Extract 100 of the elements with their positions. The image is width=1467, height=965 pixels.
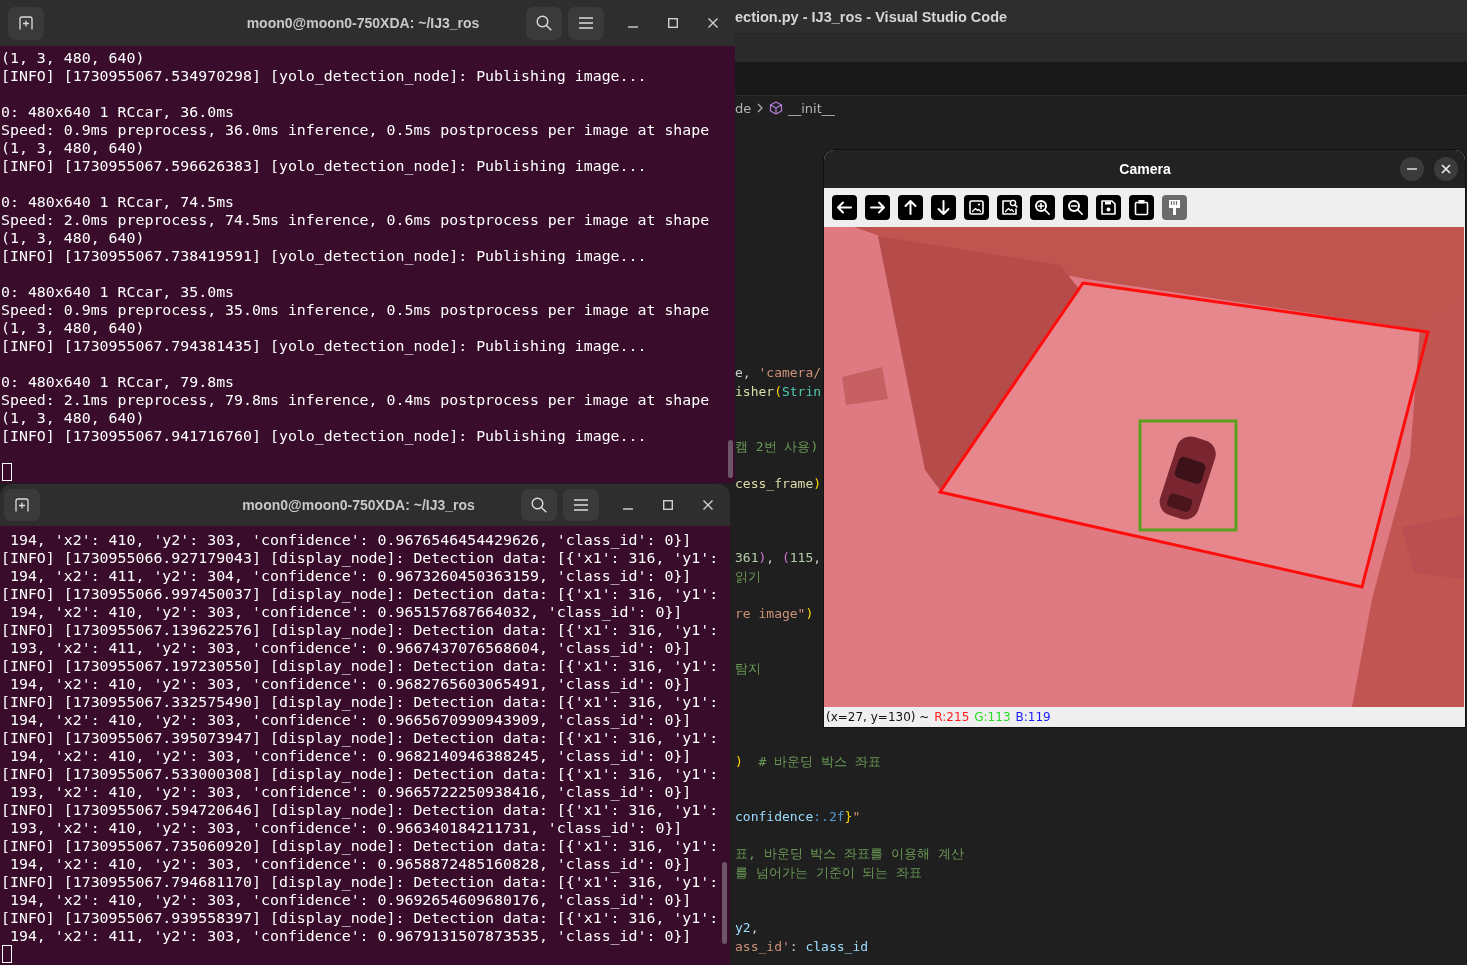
arrow-down-icon[interactable] — [931, 195, 956, 220]
search-button[interactable] — [526, 6, 562, 40]
code-line: e, 'camera/ — [735, 364, 822, 382]
new-tab-button[interactable] — [4, 489, 40, 521]
code-line: 361), (115, — [735, 549, 822, 567]
menu-icon — [579, 17, 593, 29]
terminal-line: 194, 'x2': 410, 'y2': 303, 'confidence': 0.9692654609680176, 'class_id': 0}] — [8, 891, 692, 909]
terminal-line: (1, 3, 480, 640) — [1, 409, 145, 427]
picture-icon[interactable] — [964, 195, 989, 220]
window-title: Camera — [1119, 161, 1171, 177]
search-button[interactable] — [521, 489, 557, 521]
close-icon — [1441, 164, 1451, 174]
cube-icon — [769, 101, 784, 115]
window-title: ection.py - IJ3_ros - Visual Studio Code — [735, 8, 1008, 25]
breadcrumb-item[interactable]: de — [735, 100, 752, 116]
terminal-line: (1, 3, 480, 640) — [1, 319, 145, 337]
minimize-button[interactable] — [1400, 157, 1424, 181]
code-line: y2, — [735, 919, 759, 937]
pixel-channel-value: B:119 — [1015, 710, 1051, 724]
terminal-line: [INFO] [1730955067.941716760] [yolo_detection_node]: Publishing image... — [1, 427, 647, 445]
menu-button[interactable] — [563, 489, 599, 521]
terminal-line: 194, 'x2': 411, 'y2': 303, 'confidence': 0.9679131507873535, 'class_id': 0}] — [8, 927, 692, 945]
terminal-line: (1, 3, 480, 640) — [1, 139, 145, 157]
code-line: ass_id': class_id — [735, 937, 869, 956]
scrollbar-thumb[interactable] — [722, 862, 727, 944]
arrow-right-icon[interactable] — [865, 195, 890, 220]
terminal-line: 194, 'x2': 410, 'y2': 303, 'confidence': 0.965157687664032, 'class_id': 0}] — [8, 603, 683, 621]
code-line: cess_frame) — [735, 475, 822, 493]
maximize-icon[interactable] — [668, 18, 678, 28]
terminal-line: Speed: 0.9ms preprocess, 36.0ms inference, 0.5ms postprocess per image at shape — [1, 121, 710, 139]
terminal-line: [INFO] [1730955067.594720646] [display_node]: Detection data: [{'x1': 316, 'y1': — [1, 801, 719, 819]
breadcrumb-item[interactable]: __init__ — [769, 100, 835, 116]
window-title: moon0@moon0-750XDA: ~/IJ3_ros — [242, 497, 475, 513]
terminal-line: [INFO] [1730955066.927179043] [display_node]: Detection data: [{'x1': 316, 'y1': — [1, 549, 719, 567]
terminal-line: (1, 3, 480, 640) — [1, 229, 145, 247]
arrow-up-icon[interactable] — [898, 195, 923, 220]
terminal-line: [INFO] [1730955067.139622576] [display_node]: Detection data: [{'x1': 316, 'y1': — [1, 621, 719, 639]
terminal-line: [INFO] [1730955067.197230550] [display_node]: Detection data: [{'x1': 316, 'y1': — [1, 657, 719, 675]
arrow-left-icon[interactable] — [832, 195, 857, 220]
pixel-channel-value: R:215 — [934, 710, 970, 724]
terminal-line: 0: 480x640 1 RCcar, 79.8ms — [1, 373, 235, 391]
terminal-line: Speed: 2.1ms preprocess, 79.8ms inference, 0.4ms postprocess per image at shape — [1, 391, 710, 409]
window-title: moon0@moon0-750XDA: ~/IJ3_ros — [246, 15, 480, 31]
terminal-line: 194, 'x2': 410, 'y2': 303, 'confidence': 0.9676546454429626, 'class_id': 0}] — [8, 531, 692, 549]
terminal-line: 194, 'x2': 410, 'y2': 303, 'confidence': 0.9682140946388245, 'class_id': 0}] — [8, 747, 692, 765]
minimize-icon[interactable] — [628, 25, 638, 28]
terminal-line: 194, 'x2': 411, 'y2': 304, 'confidence': 0.9673260450363159, 'class_id': 0}] — [8, 567, 692, 585]
terminal-line: [INFO] [1730955067.332575490] [display_node]: Detection data: [{'x1': 316, 'y1': — [1, 693, 719, 711]
code-line: 표, 바운딩 박스 좌표를 이용해 계산 — [735, 845, 964, 863]
menu-button[interactable] — [568, 6, 604, 40]
terminal-line: [INFO] [1730955067.395073947] [display_node]: Detection data: [{'x1': 316, 'y1': — [1, 729, 719, 747]
terminal-line: 193, 'x2': 411, 'y2': 303, 'confidence': 0.9667437076568604, 'class_id': 0}] — [8, 639, 692, 657]
cursor-position: (x=27, y=130) ~ — [826, 710, 930, 724]
scrollbar-thumb[interactable] — [728, 440, 733, 478]
search-icon — [531, 497, 547, 513]
code-line: re image") — [735, 604, 814, 623]
code-line: 를 넘어가는 기준이 되는 좌표 — [735, 863, 923, 882]
terminal-line: [INFO] [1730955066.997450037] [display_node]: Detection data: [{'x1': 316, 'y1': — [1, 585, 719, 603]
terminal-line: [INFO] [1730955067.794381435] [yolo_detection_node]: Publishing image... — [1, 337, 647, 355]
maximize-icon[interactable] — [663, 500, 673, 510]
terminal-line: [INFO] [1730955067.596626383] [yolo_detection_node]: Publishing image... — [1, 157, 647, 175]
terminal-line: Speed: 2.0ms preprocess, 74.5ms inference, 0.6ms postprocess per image at shape — [1, 211, 710, 229]
zoom-out-icon[interactable] — [1063, 195, 1088, 220]
terminal-line: 193, 'x2': 410, 'y2': 303, 'confidence': 0.966340184211731, 'class_id': 0}] — [8, 819, 683, 837]
close-icon[interactable] — [708, 18, 718, 28]
code-line: 탐지 — [735, 660, 761, 678]
text-cursor-icon — [2, 945, 12, 963]
terminal-line: Speed: 0.9ms preprocess, 35.0ms inference, 0.5ms postprocess per image at shape — [1, 301, 710, 319]
search-icon — [536, 15, 552, 31]
terminal-line: [INFO] [1730955067.533000308] [display_node]: Detection data: [{'x1': 316, 'y1': — [1, 765, 719, 783]
minimize-icon[interactable] — [623, 507, 633, 510]
terminal-line: [INFO] [1730955067.794681170] [display_node]: Detection data: [{'x1': 316, 'y1': — [1, 873, 719, 891]
menu-icon — [574, 499, 588, 511]
close-button[interactable] — [1434, 157, 1458, 181]
terminal-line: 0: 480x640 1 RCcar, 36.0ms — [1, 103, 235, 121]
new-tab-icon — [15, 498, 29, 512]
terminal-line: 194, 'x2': 410, 'y2': 303, 'confidence': 0.9658872485160828, 'class_id': 0}] — [8, 855, 692, 873]
terminal-line: 194, 'x2': 410, 'y2': 303, 'confidence': 0.9682765603065491, 'class_id': 0}] — [8, 675, 692, 693]
chevron-right-icon — [757, 103, 764, 113]
terminal-line: [INFO] [1730955067.738419591] [yolo_detection_node]: Publishing image... — [1, 247, 647, 265]
new-tab-icon — [19, 16, 33, 30]
terminal-line: 0: 480x640 1 RCcar, 74.5ms — [1, 193, 235, 211]
zoom-in-icon[interactable] — [1030, 195, 1055, 220]
terminal-line: 194, 'x2': 410, 'y2': 303, 'confidence': 0.9665670990943909, 'class_id': 0}] — [8, 711, 692, 729]
code-line: isher(Strin — [735, 382, 822, 401]
terminal-line: [INFO] [1730955067.735060920] [display_node]: Detection data: [{'x1': 316, 'y1': — [1, 837, 719, 855]
picture-magnifier-icon[interactable] — [997, 195, 1022, 220]
pixel-channel-value: G:113 — [974, 710, 1011, 724]
code-line: 읽기 — [735, 567, 761, 586]
text-cursor-icon — [2, 463, 12, 481]
terminal-line: [INFO] [1730955067.939558397] [display_node]: Detection data: [{'x1': 316, 'y1': — [1, 909, 719, 927]
code-line: ) # 바운딩 박스 좌표 — [735, 752, 881, 771]
terminal-line: (1, 3, 480, 640) — [1, 49, 145, 67]
clipboard-icon[interactable] — [1129, 195, 1154, 220]
code-line: 캠 2번 사용) — [735, 438, 819, 456]
close-icon[interactable] — [703, 500, 713, 510]
code-line: confidence:.2f}" — [735, 808, 861, 826]
terminal-line: 193, 'x2': 410, 'y2': 303, 'confidence': 0.9665722250938416, 'class_id': 0}] — [8, 783, 692, 801]
new-tab-button[interactable] — [8, 6, 44, 40]
terminal-line: [INFO] [1730955067.534970298] [yolo_detection_node]: Publishing image... — [1, 67, 647, 85]
